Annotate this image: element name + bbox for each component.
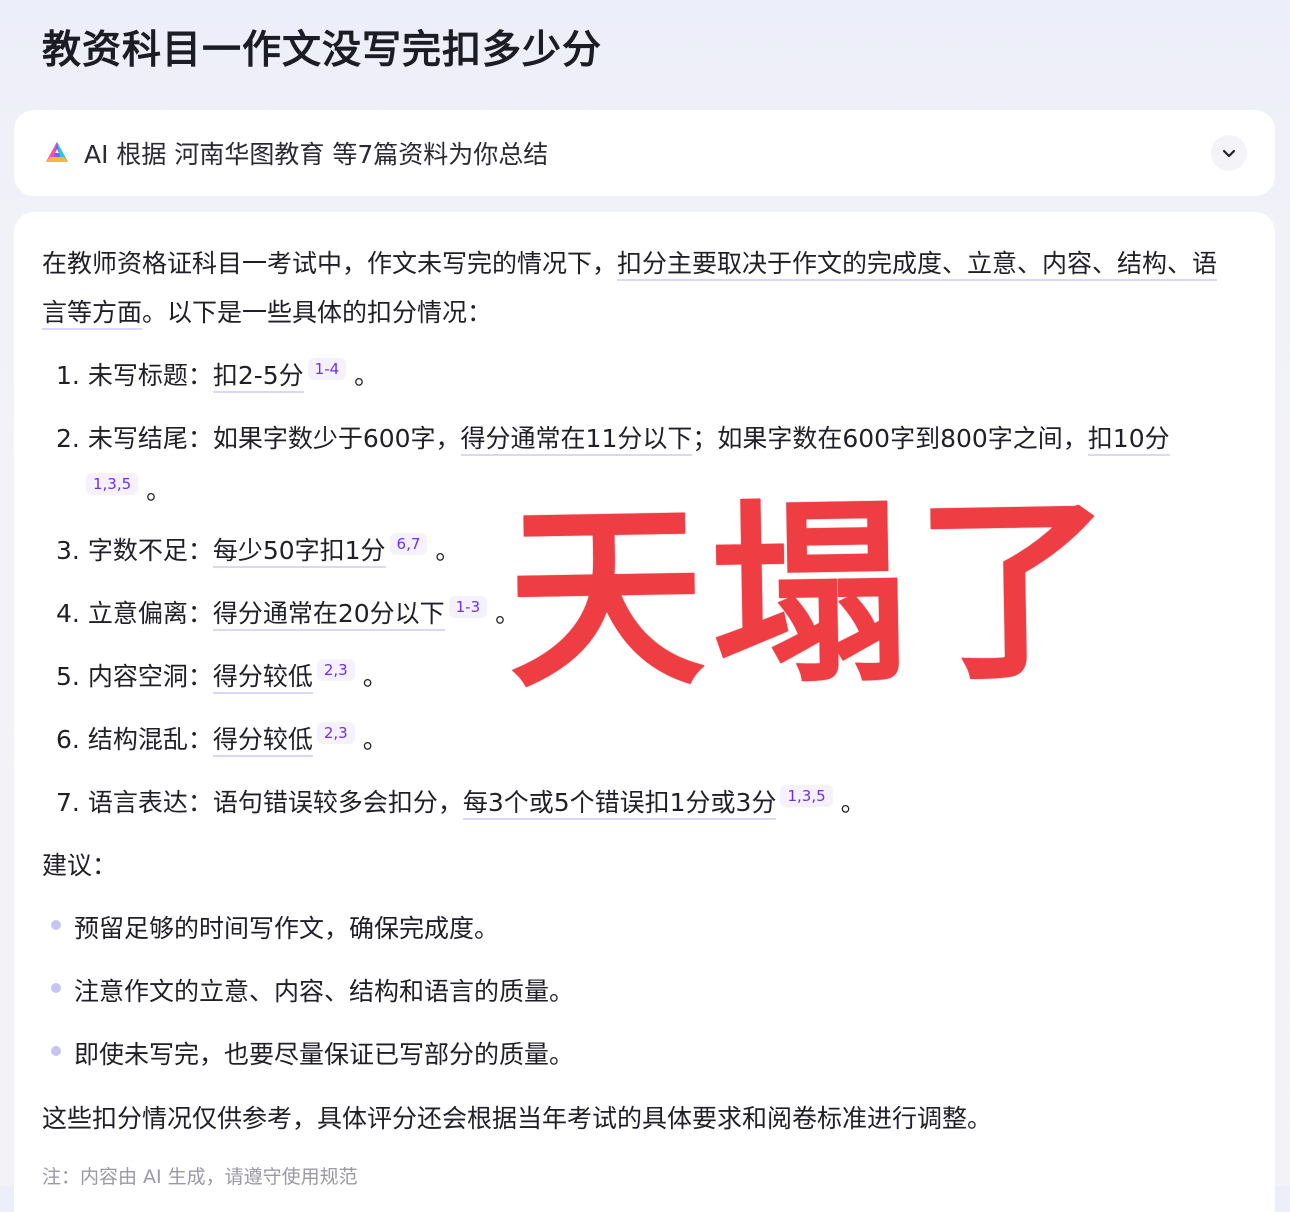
intro-paragraph: 在教师资格证科目一考试中，作文未写完的情况下，扣分主要取决于作文的完成度、立意、… bbox=[42, 239, 1232, 337]
citation-badge[interactable]: 6,7 bbox=[389, 533, 428, 555]
chevron-down-icon bbox=[1222, 149, 1236, 158]
intro-text: 在教师资格证科目一考试中，作文未写完的情况下， bbox=[42, 249, 618, 278]
suggestion-item: 即使未写完，也要尽量保证已写部分的质量。 bbox=[74, 1040, 575, 1069]
item-period: 。 bbox=[354, 361, 380, 390]
list-item-continuation: 1,3,5 。 bbox=[82, 466, 171, 515]
item-text[interactable]: 每少50字扣1分 bbox=[212, 536, 386, 568]
list-item: 4. 立意偏离：得分通常在20分以下 1-3。 bbox=[56, 589, 520, 638]
page-title: 教资科目一作文没写完扣多少分 bbox=[42, 28, 603, 73]
item-text: 如果字数少于600字， bbox=[212, 424, 461, 453]
item-label: 字数不足： bbox=[87, 536, 213, 565]
item-highlight[interactable]: 每3个或5个错误扣1分或3分 bbox=[462, 788, 777, 820]
item-text[interactable]: 得分较低 bbox=[212, 725, 313, 757]
closing-paragraph: 这些扣分情况仅供参考，具体评分还会根据当年考试的具体要求和阅卷标准进行调整。 bbox=[42, 1104, 993, 1133]
item-number: 1. bbox=[56, 361, 80, 390]
ai-logo-icon bbox=[46, 142, 68, 162]
bullet-dot-icon bbox=[51, 983, 61, 993]
item-period: 。 bbox=[146, 476, 172, 505]
intro-text-end: 。以下是一些具体的扣分情况： bbox=[142, 298, 493, 327]
item-number: 5. bbox=[56, 662, 80, 691]
suggestions-title: 建议： bbox=[42, 851, 118, 880]
bullet-dot-icon bbox=[51, 1046, 61, 1056]
item-label: 内容空洞： bbox=[87, 662, 213, 691]
list-item: 6. 结构混乱：得分较低 2,3 。 bbox=[56, 715, 388, 764]
citation-badge[interactable]: 2,3 bbox=[316, 722, 355, 744]
item-label: 结构混乱： bbox=[87, 725, 213, 754]
item-text: 语句错误较多会扣分， bbox=[212, 788, 463, 817]
item-number: 7. bbox=[56, 788, 80, 817]
item-text[interactable]: 扣2-5分 bbox=[212, 361, 304, 393]
item-text: ；如果字数在600字到800字之间， bbox=[692, 424, 1088, 453]
citation-badge[interactable]: 2,3 bbox=[316, 659, 355, 681]
summary-source-text: AI 根据 河南华图教育 等7篇资料为你总结 bbox=[84, 140, 549, 169]
ai-disclaimer-note: 注：内容由 AI 生成，请遵守使用规范 bbox=[42, 1166, 358, 1188]
list-item: 2. 未写结尾：如果字数少于600字，得分通常在11分以下；如果字数在600字到… bbox=[56, 414, 1206, 463]
ai-summary-bar[interactable]: AI 根据 河南华图教育 等7篇资料为你总结 bbox=[14, 110, 1275, 196]
item-period: 。 bbox=[435, 536, 461, 565]
list-item: 5. 内容空洞：得分较低 2,3 。 bbox=[56, 652, 388, 701]
citation-badge[interactable]: 1,3,5 bbox=[780, 785, 833, 807]
suggestion-item: 注意作文的立意、内容、结构和语言的质量。 bbox=[74, 977, 575, 1006]
item-number: 3. bbox=[56, 536, 80, 565]
item-text[interactable]: 得分通常在20分以下 bbox=[212, 599, 445, 631]
overlay-caption: 天塌了 bbox=[506, 476, 1122, 716]
citation-badge[interactable]: 1,3,5 bbox=[86, 473, 139, 495]
item-period: 。 bbox=[362, 662, 388, 691]
expand-button[interactable] bbox=[1211, 135, 1247, 171]
citation-badge[interactable]: 1-3 bbox=[448, 596, 488, 618]
item-period: 。 bbox=[840, 788, 866, 817]
item-number: 2. bbox=[56, 424, 80, 453]
list-item: 3. 字数不足：每少50字扣1分 6,7 。 bbox=[56, 526, 460, 575]
item-label: 立意偏离： bbox=[87, 599, 213, 628]
item-period: 。 bbox=[362, 725, 388, 754]
item-label: 语言表达： bbox=[87, 788, 213, 817]
item-label: 未写结尾： bbox=[87, 424, 213, 453]
item-number: 4. bbox=[56, 599, 80, 628]
list-item: 7. 语言表达：语句错误较多会扣分，每3个或5个错误扣1分或3分 1,3,5 。 bbox=[56, 778, 866, 827]
item-highlight[interactable]: 得分通常在11分以下 bbox=[460, 424, 693, 456]
item-number: 6. bbox=[56, 725, 80, 754]
item-text[interactable]: 得分较低 bbox=[212, 662, 313, 694]
suggestion-item: 预留足够的时间写作文，确保完成度。 bbox=[74, 914, 500, 943]
item-highlight[interactable]: 扣10分 bbox=[1087, 424, 1170, 456]
bullet-dot-icon bbox=[51, 920, 61, 930]
citation-badge[interactable]: 1-4 bbox=[307, 358, 347, 380]
item-label: 未写标题： bbox=[87, 361, 213, 390]
list-item: 1. 未写标题：扣2-5分 1-4 。 bbox=[56, 351, 379, 400]
